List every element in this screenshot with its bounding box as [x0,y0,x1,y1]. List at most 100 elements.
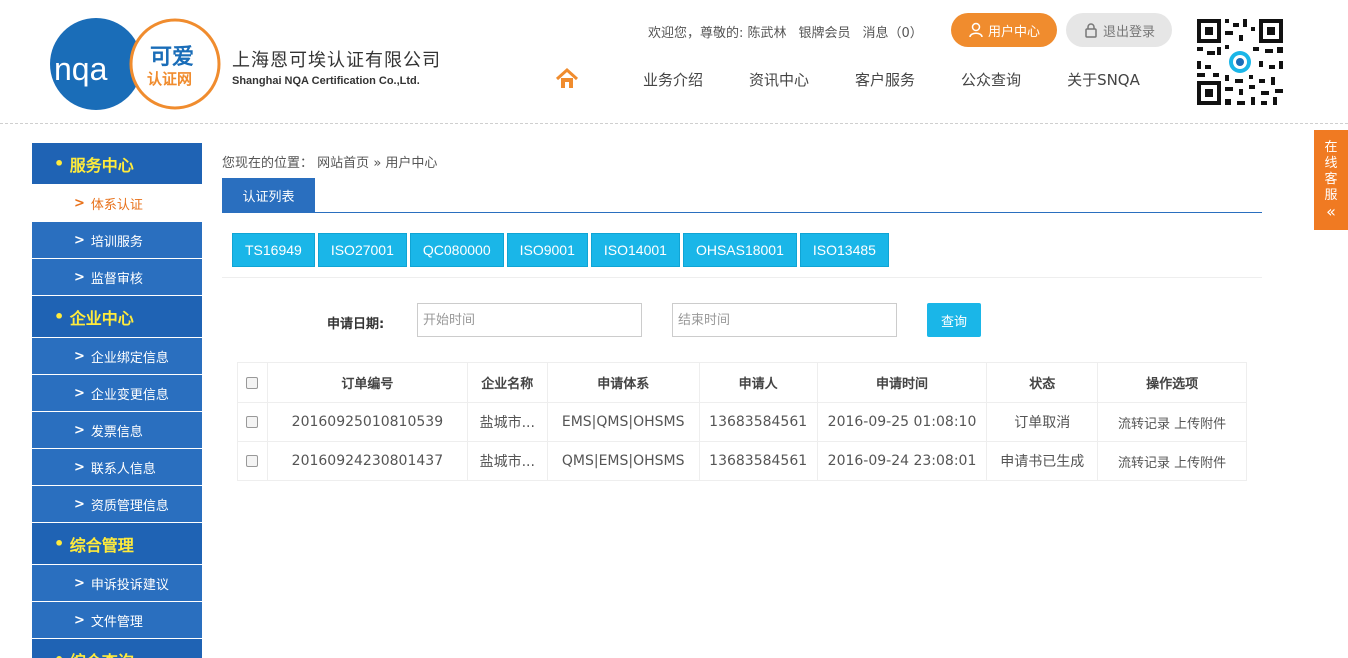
select-all-checkbox[interactable] [246,376,259,389]
divider [222,277,1262,278]
logo-text: nqa [54,51,108,87]
chevron-right-icon: > [74,195,85,211]
home-icon[interactable] [555,67,579,91]
apply-date-label: 申请日期: [327,317,385,332]
sidebar-group-enterprise-center[interactable]: • 企业中心 [32,296,202,338]
user-center-button[interactable]: 用户中心 [951,13,1057,47]
sidebar-item-label: 文件管理 [90,614,143,630]
nqa-logo[interactable]: nqa 可爱 认证网 [50,18,225,110]
row-checkbox[interactable] [246,416,259,428]
orders-table: 订单编号 企业名称 申请体系 申请人 申请时间 状态 操作选项 20160925… [237,362,1247,481]
standard-filter-buttons: TS16949 ISO27001 QC080000 ISO9001 ISO140… [232,233,892,267]
chevron-right-icon: > [74,459,85,475]
sidebar-group-service-center[interactable]: • 服务中心 [32,143,202,185]
nav-public-query[interactable]: 公众查询 [961,69,1021,90]
select-all-cell [237,362,268,403]
query-button[interactable]: 查询 [927,303,981,337]
upload-attachment-link[interactable]: 上传附件 [1174,456,1226,471]
online-service-char-2: 线 [1324,156,1338,171]
company-name: 盐城市... [466,441,548,481]
header-status: 状态 [986,362,1099,403]
header: nqa 可爱 认证网 上海恩可埃认证有限公司 Shanghai NQA Cert… [0,0,1348,124]
header-system: 申请体系 [546,362,700,403]
bullet-icon: • [54,650,70,658]
sidebar-item-qualification[interactable]: > 资质管理信息 [32,486,202,523]
table-row: 20160925010810539 盐城市... EMS|QMS|OHSMS 1… [237,402,1247,442]
upload-attachment-link[interactable]: 上传附件 [1174,417,1226,432]
sidebar-item-invoice[interactable]: > 发票信息 [32,412,202,449]
sidebar-item-label: 监督审核 [90,271,143,287]
chevron-right-icon: > [74,385,85,401]
nav-about[interactable]: 关于SNQA [1067,69,1140,90]
bullet-icon: • [54,154,70,173]
row-actions: 流转记录 上传附件 [1097,441,1247,481]
sidebar-item-label: 企业绑定信息 [90,350,169,366]
standard-iso13485-button[interactable]: ISO13485 [799,233,889,267]
apply-system: QMS|EMS|OHSMS [546,441,700,481]
end-date-input[interactable] [672,303,897,337]
standard-ts16949-button[interactable]: TS16949 [232,233,315,267]
chevron-right-icon: > [74,269,85,285]
sidebar-item-enterprise-change[interactable]: > 企业变更信息 [32,375,202,412]
user-icon [969,22,983,38]
sidebar-item-system-certification[interactable]: > 体系认证 [32,185,202,222]
row-select-cell [237,441,268,481]
table-row: 20160924230801437 盐城市... QMS|EMS|OHSMS 1… [237,441,1247,481]
tab-certification-list[interactable]: 认证列表 [222,178,315,212]
company-name-en: Shanghai NQA Certification Co.,Ltd. [232,75,420,87]
chevron-right-icon: > [74,496,85,512]
main-nav: 业务介绍 资讯中心 客户服务 公众查询 关于SNQA [555,66,1140,92]
sidebar-group-general-query[interactable]: • 综合查询 [32,639,202,658]
nav-customer-service[interactable]: 客户服务 [855,69,915,90]
breadcrumb-prefix: 您现在的位置： [222,156,314,171]
apply-time: 2016-09-25 01:08:10 [816,402,988,442]
sidebar-item-label: 企业变更信息 [90,387,169,403]
breadcrumb-separator: » [373,156,382,171]
sidebar-group-label: 综合查询 [70,648,134,658]
sidebar-item-complaints[interactable]: > 申诉投诉建议 [32,565,202,602]
logout-label: 退出登录 [1102,24,1155,40]
company-name: 上海恩可埃认证有限公司 Shanghai NQA Certification C… [232,46,441,87]
breadcrumb-home[interactable]: 网站首页 [317,156,369,171]
chevron-right-icon: > [74,348,85,364]
standard-iso9001-button[interactable]: ISO9001 [506,233,588,267]
chevron-right-icon: > [74,422,85,438]
logout-button[interactable]: 退出登录 [1066,13,1172,47]
row-checkbox[interactable] [246,455,259,467]
status: 订单取消 [986,402,1099,442]
sidebar-item-files[interactable]: > 文件管理 [32,602,202,639]
standard-iso27001-button[interactable]: ISO27001 [317,233,407,267]
chevron-right-icon: > [74,232,85,248]
standard-qc080000-button[interactable]: QC080000 [409,233,504,267]
row-actions: 流转记录 上传附件 [1097,402,1247,442]
order-no: 20160925010810539 [266,402,468,442]
applicant: 13683584561 [698,441,818,481]
standard-ohsas18001-button[interactable]: OHSAS18001 [682,233,797,267]
sidebar-item-contacts[interactable]: > 联系人信息 [32,449,202,486]
status: 申请书已生成 [986,441,1099,481]
header-apply-time: 申请时间 [816,362,988,403]
sidebar-item-label: 体系认证 [90,197,143,213]
user-center-label: 用户中心 [987,24,1040,40]
flow-record-link[interactable]: 流转记录 [1118,417,1170,432]
sidebar-item-audit[interactable]: > 监督审核 [32,259,202,296]
bullet-icon: • [54,307,70,326]
order-no: 20160924230801437 [266,441,468,481]
sidebar-item-training[interactable]: > 培训服务 [32,222,202,259]
tab-bar: 认证列表 [222,178,1262,213]
sidebar-group-general-management[interactable]: • 综合管理 [32,523,202,565]
messages-link[interactable]: 消息（0） [863,22,923,41]
sidebar-item-label: 申诉投诉建议 [90,577,169,593]
start-date-input[interactable] [417,303,642,337]
nav-news[interactable]: 资讯中心 [749,69,809,90]
applicant: 13683584561 [698,402,818,442]
sidebar-item-enterprise-binding[interactable]: > 企业绑定信息 [32,338,202,375]
flow-record-link[interactable]: 流转记录 [1118,456,1170,471]
chevron-right-icon: > [74,575,85,591]
standard-iso14001-button[interactable]: ISO14001 [590,233,680,267]
breadcrumb: 您现在的位置： 网站首页 » 用户中心 [222,152,437,171]
online-service-tab[interactable]: 在 线 客 服 « [1314,130,1348,230]
apply-time: 2016-09-24 23:08:01 [816,441,988,481]
nav-business[interactable]: 业务介绍 [643,69,703,90]
lock-icon [1085,23,1097,38]
